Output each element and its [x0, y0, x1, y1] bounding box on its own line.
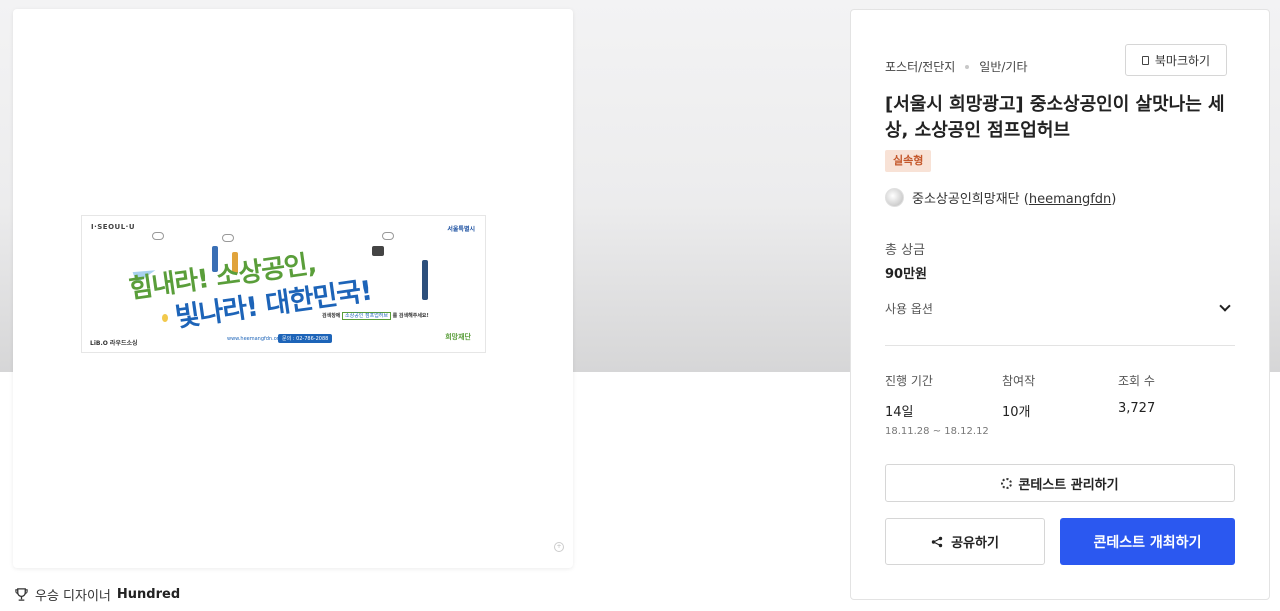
options-dropdown[interactable]: 사용 옵션 [885, 296, 1235, 320]
designer-prefix: 우승 디자이너 [35, 589, 111, 604]
zoom-icon[interactable]: + [554, 542, 564, 552]
banner-footer-url: www.heemangfdn.or.kr [227, 336, 285, 342]
contest-title: [서울시 희망광고] 중소상공인이 살맛나는 세상, 소상공인 점프업허브 [885, 94, 1225, 141]
banner-search-line: 검색창에 소상공인 점프업허브 를 검색해주세요! [322, 312, 429, 320]
speech-bubble-graphic [152, 232, 164, 240]
share-button[interactable]: 공유하기 [885, 518, 1045, 565]
host-handle-open: ( [1019, 192, 1029, 207]
banner-brand: I·SEOUL·U [91, 223, 136, 231]
manage-contest-label: 콘테스트 관리하기 [1018, 477, 1119, 493]
poster-image: I·SEOUL·U 서울특별시 힘내라! 소상공인, 빛나라! 대한민국! 검색… [81, 215, 486, 353]
prize-value: 90만원 [885, 267, 928, 282]
divider [885, 345, 1235, 346]
manage-contest-button[interactable]: 콘테스트 관리하기 [885, 464, 1235, 502]
speech-bubble-graphic [382, 232, 394, 240]
gear-icon [1001, 477, 1013, 489]
stat-period-label: 진행 기간 [885, 374, 933, 388]
stat-period-range: 18.11.28 ~ 18.12.12 [885, 426, 989, 437]
chevron-down-icon [1219, 300, 1231, 312]
camera-graphic [372, 246, 384, 256]
search-keyword: 소상공인 점프업허브 [342, 312, 391, 320]
stat-entries-label: 참여작 [1002, 374, 1036, 388]
bookmark-label: 북마크하기 [1154, 53, 1211, 68]
banner-footer-logo: 희망재단 [445, 333, 471, 341]
category-primary[interactable]: 포스터/전단지 [885, 58, 955, 75]
host-handle-link[interactable]: heemangfdn [1029, 192, 1111, 207]
separator-dot [965, 64, 970, 69]
share-icon [931, 536, 943, 547]
banner-footer-phone: 문의 : 02-786-2088 [278, 334, 333, 343]
stat-entries-value: 10개 [1002, 405, 1031, 420]
stat-period: 진행 기간 14일 18.11.28 ~ 18.12.12 [885, 372, 989, 437]
speech-bubble-graphic [222, 234, 234, 242]
trophy-icon [15, 588, 28, 601]
avatar[interactable] [885, 188, 904, 207]
person-graphic [422, 260, 428, 300]
search-prefix: 검색창에 [322, 313, 341, 319]
bookmark-button[interactable]: 북마크하기 [1125, 44, 1227, 76]
banner-footer-brand: LiB.O 라우드소싱 [90, 340, 138, 347]
contest-info-panel: 포스터/전단지 일반/기타 북마크하기 [서울시 희망광고] 중소상공인이 살맛… [850, 9, 1270, 600]
designer-name[interactable]: Hundred [117, 587, 180, 602]
plan-badge: 실속형 [885, 150, 932, 172]
host-contest-button[interactable]: 콘테스트 개최하기 [1060, 518, 1235, 565]
winner-designer: 우승 디자이너 Hundred [14, 585, 180, 604]
stat-entries: 참여작 10개 [1002, 372, 1035, 420]
host-handle-close: ) [1111, 192, 1117, 207]
banner-city-logo: 서울특별시 [447, 226, 475, 233]
prize-label: 총 상금 [885, 243, 926, 258]
lightbulb-graphic [162, 314, 168, 322]
stat-period-value: 14일 [885, 405, 914, 420]
category-secondary[interactable]: 일반/기타 [979, 58, 1027, 75]
stat-views-label: 조회 수 [1118, 374, 1155, 388]
stat-views: 조회 수 3,727 [1118, 372, 1155, 416]
breadcrumb: 포스터/전단지 일반/기타 [885, 58, 1028, 75]
options-label: 사용 옵션 [885, 301, 933, 316]
share-label: 공유하기 [951, 536, 999, 551]
host-name: 중소상공인희망재단 [912, 192, 1020, 207]
bookmark-icon [1141, 55, 1149, 65]
search-suffix: 를 검색해주세요! [392, 313, 429, 319]
poster-preview-card[interactable]: I·SEOUL·U 서울특별시 힘내라! 소상공인, 빛나라! 대한민국! 검색… [13, 9, 573, 568]
host-info: 중소상공인희망재단 (heemangfdn) [885, 188, 1116, 207]
stat-views-value: 3,727 [1118, 401, 1156, 416]
